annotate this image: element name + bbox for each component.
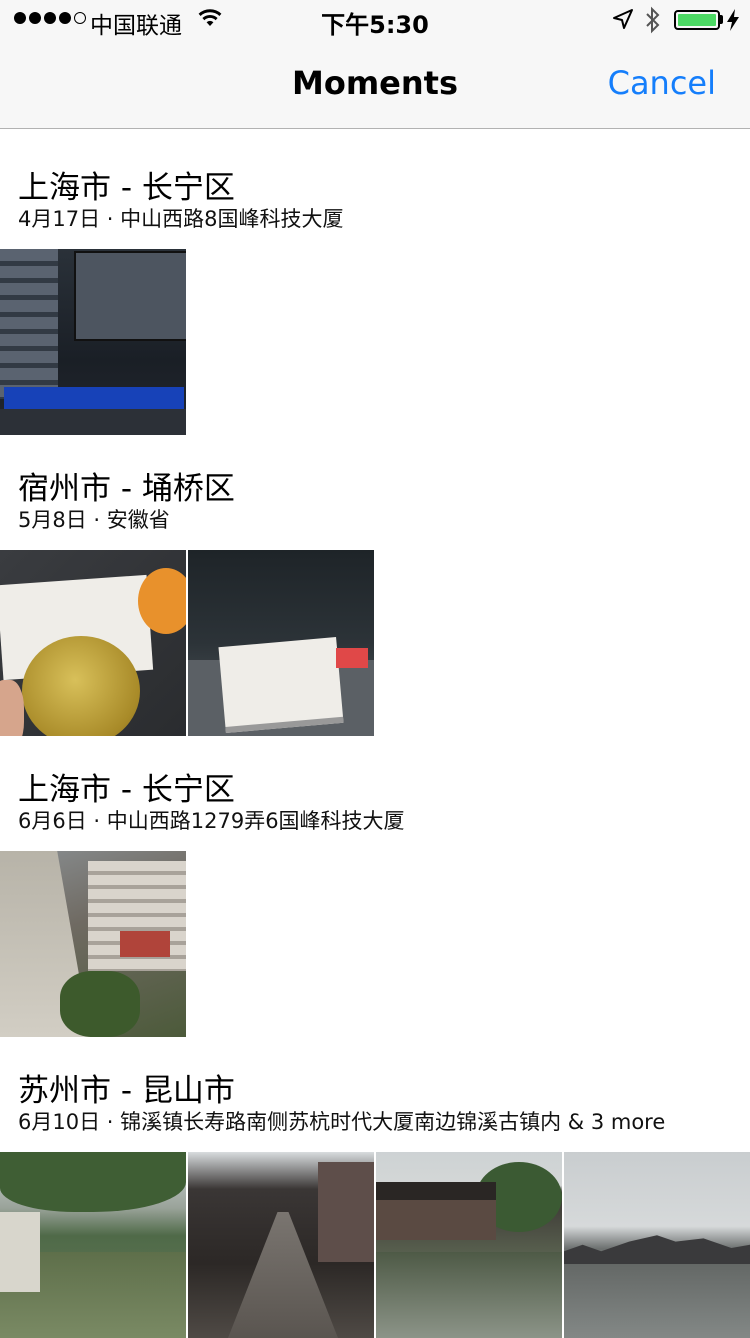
photo-grid [0,550,374,736]
battery-cap [720,15,723,24]
photo-grid [0,851,186,1037]
rooftop-street-photo[interactable] [0,851,186,1037]
status-time: 下午5:30 [321,11,429,39]
moment-location-title[interactable]: 上海市 - 长宁区 [18,162,235,207]
moment-date-place: 4月17日 · 中山西路8国峰科技大厦 [18,207,344,231]
status-bar: 中国联通 下午5:30 [0,0,750,40]
canal-photo-2[interactable] [188,1152,374,1338]
canal-photo-3[interactable] [376,1152,562,1338]
moment-location-title[interactable]: 宿州市 - 埇桥区 [18,463,235,508]
cancel-button[interactable]: Cancel [608,64,716,102]
moment-date-place: 5月8日 · 安徽省 [18,508,170,532]
moment-date-place: 6月6日 · 中山西路1279弄6国峰科技大厦 [18,809,405,833]
photo-grid [0,1152,750,1338]
apple-and-book-photo[interactable] [0,550,186,736]
navigation-bar: Moments Cancel [0,40,750,129]
moment-location-title[interactable]: 上海市 - 长宁区 [18,764,235,809]
moment-location-title[interactable]: 苏州市 - 昆山市 [18,1065,235,1110]
book-on-tray-photo[interactable] [188,550,374,736]
location-arrow-icon [613,9,633,29]
monitor-screen-photo[interactable] [0,249,186,435]
canal-photo-4[interactable] [564,1152,750,1338]
bluetooth-icon [646,6,660,34]
canal-photo-1[interactable] [0,1152,186,1338]
battery-icon [674,10,720,30]
charging-bolt-icon [727,9,739,31]
moment-date-place: 6月10日 · 锦溪镇长寿路南侧苏杭时代大厦南边锦溪古镇内 & 3 more [18,1110,666,1134]
battery-fill [678,14,716,26]
photo-grid [0,249,186,435]
